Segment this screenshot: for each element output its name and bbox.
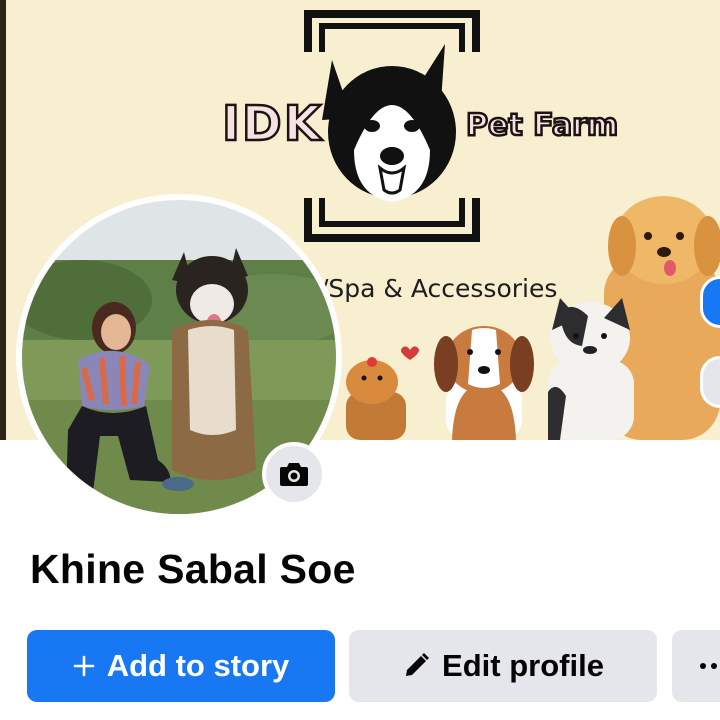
change-profile-photo-button[interactable]	[262, 442, 326, 506]
pencil-icon	[402, 652, 430, 680]
edit-profile-button[interactable]: Edit profile	[349, 630, 657, 702]
bulldog-illustration	[548, 298, 634, 440]
yorkie-illustration	[346, 357, 406, 440]
plus-icon	[73, 655, 95, 677]
camera-icon	[280, 463, 308, 486]
add-to-story-label: Add to story	[106, 648, 290, 683]
beagle-illustration	[434, 326, 534, 440]
profile-name: Khine Sabal Soe	[30, 546, 356, 592]
cover-subtitle: /Spa & Accessories	[320, 274, 558, 303]
husky-logo	[322, 44, 456, 202]
more-options-button[interactable]	[672, 630, 720, 702]
edit-profile-label: Edit profile	[442, 648, 604, 683]
add-to-story-button[interactable]: Add to story	[27, 630, 335, 702]
cover-logo-idk: IDK	[221, 95, 323, 154]
more-dots-icon	[700, 663, 720, 669]
cover-logo-pet-farm: Pet Farm	[465, 107, 620, 145]
